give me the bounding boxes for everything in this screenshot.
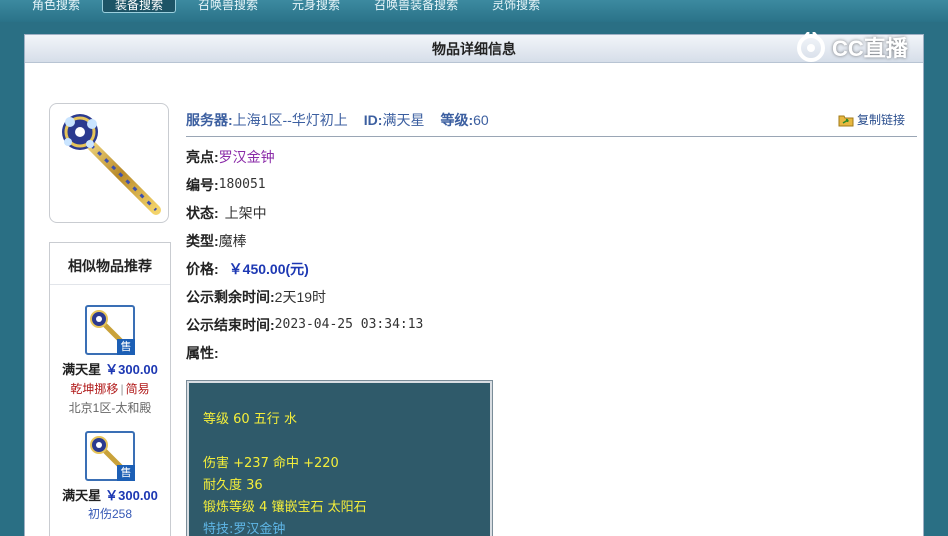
list-item[interactable]: 售 满天星 ￥300.00 初伤258 [50,431,170,523]
end-time-row: 公示结束时间: 2023-04-25 03:34:13 [186,314,423,342]
item-image [49,103,169,223]
end-time-value: 2023-04-25 03:34:13 [274,317,424,332]
attr-damage-hit: 伤害 +237 命中 +220 [203,456,339,471]
attributes-row: 属性: [186,342,423,370]
highlight-label: 亮点: [186,149,219,165]
similar-items-title: 相似物品推荐 [50,243,170,285]
watermark-text: CC直播 [832,36,908,61]
panel-title: 物品详细信息 [25,35,923,63]
price-row: 价格: ￥450.00(元) [186,258,423,286]
status-value: 上架中 [224,205,267,221]
attr-forge-gem: 锻炼等级 4 镶嵌宝石 太阳石 [203,500,367,515]
copy-link-button[interactable]: 复制链接 [838,111,905,128]
similar-item-tag: 乾坤挪移 [70,382,119,396]
similar-item-thumbnail[interactable]: 售 [85,305,135,355]
server-label: 服务器: [186,111,233,128]
similar-item-tag: 初伤258 [87,507,133,521]
highlight-value: 罗汉金钟 [218,149,275,165]
similar-item-price: ￥300.00 [105,488,158,503]
top-nav: 角色搜索 装备搜索 召唤兽搜索 元身搜索 召唤兽装备搜索 灵饰搜索 [0,0,948,22]
attributes-box: 等级 60 五行 水 伤害 +237 命中 +220 耐久度 36 锻炼等级 4… [186,380,493,536]
tab-role-search[interactable]: 角色搜索 [20,0,92,13]
tab-accessory-search[interactable]: 灵饰搜索 [480,0,552,13]
status-row: 状态: 上架中 [186,202,423,230]
number-label: 编号: [186,177,219,193]
remaining-time-value: 2天19时 [274,289,327,305]
number-row: 编号: 180051 [186,174,423,202]
item-info-header: 服务器: 上海1区--华灯初上 ID: 满天星 等级: 60 复制链接 [186,103,917,137]
list-item[interactable]: 售 满天星 ￥300.00 乾坤挪移 | 简易 北京1区-太和殿 [50,305,170,417]
id-value: 满天星 [382,111,425,128]
tab-summon-search[interactable]: 召唤兽搜索 [186,0,270,13]
number-value: 180051 [218,177,266,192]
remaining-time-label: 公示剩余时间: [186,289,275,305]
attr-special-skill: 特技:罗汉金钟 [203,522,286,536]
similar-items-box: 相似物品推荐 售 满天星 ￥300.00 乾坤挪移 | 简易 北京1区-太和殿 售 [49,242,171,536]
similar-item-name: 满天星 [62,488,102,503]
similar-item-tag: 简易 [125,382,150,396]
tab-body-search[interactable]: 元身搜索 [280,0,352,13]
tag-separator: | [120,382,124,396]
item-details: 亮点: 罗汉金钟 编号: 180051 状态: 上架中 类型: 魔棒 价格: ￥… [186,146,423,370]
cc-logo-icon [797,32,825,62]
id-label: ID: [363,111,383,128]
similar-item-name: 满天星 [62,362,102,377]
tab-summon-equipment-search[interactable]: 召唤兽装备搜索 [362,0,470,13]
type-value: 魔棒 [218,233,247,249]
type-row: 类型: 魔棒 [186,230,423,258]
sale-badge: 售 [117,339,135,355]
attributes-label: 属性: [186,345,219,361]
tab-equipment-search[interactable]: 装备搜索 [102,0,177,13]
copy-link-label: 复制链接 [856,113,905,127]
server-value: 上海1区--华灯初上 [232,111,348,128]
type-label: 类型: [186,233,219,249]
similar-item-name-price: 满天星 ￥300.00 [50,361,170,379]
level-value: 60 [473,111,489,128]
attr-spacer [203,431,490,453]
cc-live-watermark: CC直播 [794,30,924,64]
similar-item-server: 北京1区-太和殿 [68,401,152,415]
attr-level-element: 等级 60 五行 水 [203,412,297,427]
similar-item-thumbnail[interactable]: 售 [85,431,135,481]
attr-durability: 耐久度 36 [203,478,263,493]
similar-item-name-price: 满天星 ￥300.00 [50,487,170,505]
price-label: 价格: [186,261,219,277]
sale-badge: 售 [117,465,135,481]
magic-wand-icon [62,114,161,215]
end-time-label: 公示结束时间: [186,317,275,333]
level-label: 等级: [440,111,474,128]
folder-link-icon [838,115,854,126]
remaining-time-row: 公示剩余时间: 2天19时 [186,286,423,314]
highlight-row: 亮点: 罗汉金钟 [186,146,423,174]
status-label: 状态: [186,205,219,221]
similar-item-price: ￥300.00 [105,362,158,377]
price-value: ￥450.00(元) [228,261,309,277]
similar-item-tags: 乾坤挪移 | 简易 [50,379,170,399]
